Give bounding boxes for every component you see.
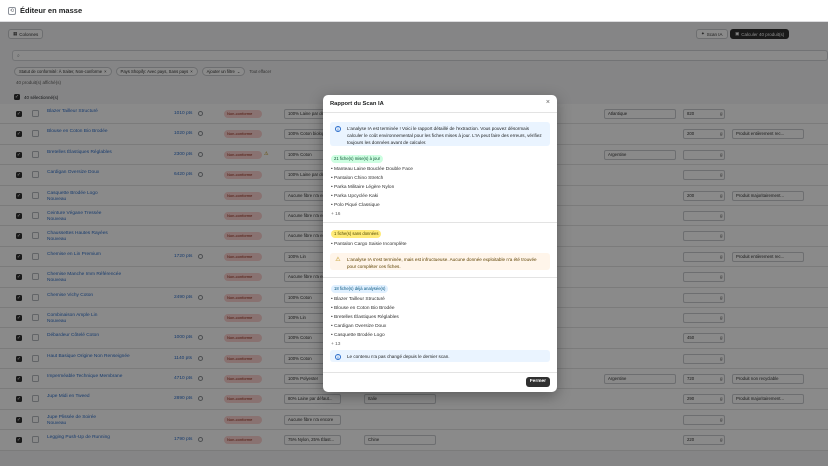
list-item: • Polo Piqué Classique — [331, 203, 380, 208]
dialog-header: Rapport du Scan IA × — [323, 95, 557, 113]
list-item: • Parka Upcyclée Kaki — [331, 194, 379, 199]
list-item: • Parka Militaire Légère Nylon — [331, 185, 395, 190]
already-analysed-list: • Blazer Tailleur Structuré • Blouse en … — [331, 295, 399, 349]
list-item: • Casquette Brodée Logo — [331, 333, 385, 338]
more-count: + 16 — [331, 212, 341, 217]
divider — [323, 277, 557, 278]
divider — [323, 222, 557, 223]
no-data-list: • Pantalon Cargo Saisie Incomplète — [331, 240, 407, 249]
list-item: • Pantalon Chino Stretch — [331, 176, 384, 181]
info-banner: i L'analyse IA est terminée ! Voici le r… — [330, 122, 550, 146]
dialog-footer: Fermer — [323, 372, 557, 392]
list-item: • Cardigan Oversize Doux — [331, 324, 387, 329]
more-count: + 13 — [331, 342, 341, 347]
back-icon[interactable]: ⟲ — [8, 6, 16, 15]
list-item: • Blazer Tailleur Structuré — [331, 297, 385, 302]
info-icon: i — [335, 354, 341, 360]
warning-icon: ⚠ — [335, 257, 341, 263]
page-title: Éditeur en masse — [20, 6, 83, 15]
no-data-badge: 1 fiche(s) sans données — [331, 230, 382, 238]
list-item: • Pantalon Cargo Saisie Incomplète — [331, 242, 407, 247]
list-item: • Bretelles Élastiques Réglables — [331, 315, 399, 320]
list-item: • Blouse en Coton Bio Brodée — [331, 306, 395, 311]
scan-report-dialog: Rapport du Scan IA × i L'analyse IA est … — [323, 95, 557, 392]
close-button[interactable]: Fermer — [525, 377, 550, 387]
close-icon[interactable]: × — [546, 99, 550, 106]
dialog-title: Rapport du Scan IA — [330, 100, 384, 107]
unchanged-banner: i Le contenu n'a pas changé depuis le de… — [330, 350, 550, 362]
warning-banner: ⚠ L'analyse IA s'est terminée, mais est … — [330, 253, 550, 270]
already-analysed-badge: 18 fiche(s) déjà analysée(s) — [331, 285, 389, 293]
info-icon: i — [335, 126, 341, 132]
updated-list: • Manteau Laine Bouclée Double Face • Pa… — [331, 165, 413, 219]
list-item: • Manteau Laine Bouclée Double Face — [331, 167, 413, 172]
updated-badge: 21 fiche(s) mise(s) à jour — [331, 155, 384, 163]
top-bar: ⟲ Éditeur en masse — [0, 0, 828, 22]
